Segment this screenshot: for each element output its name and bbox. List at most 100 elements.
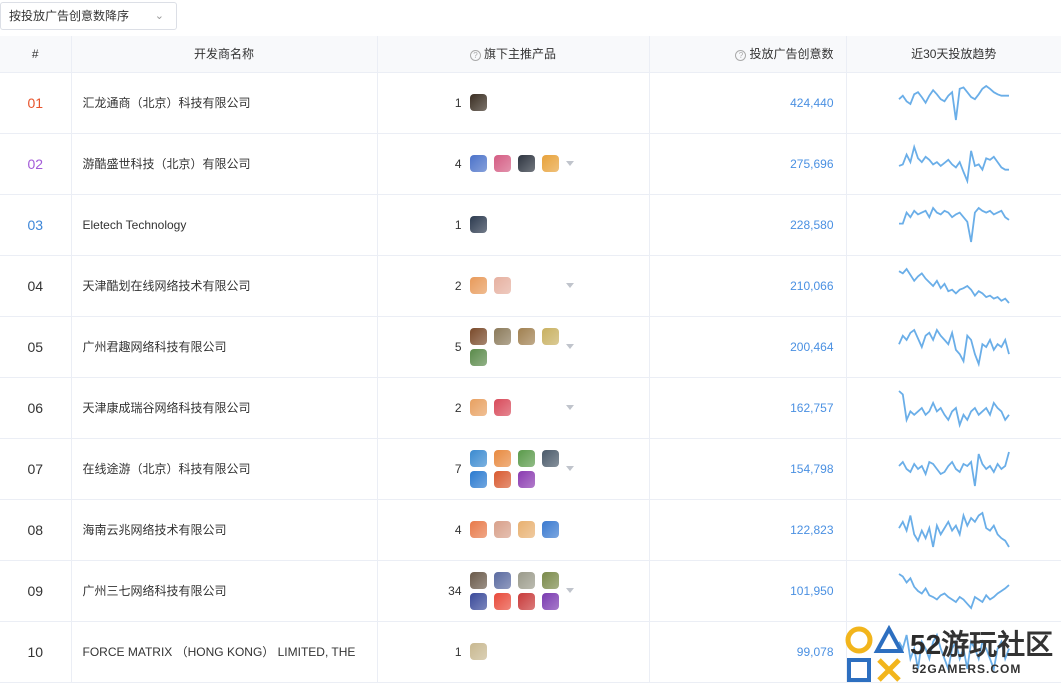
app-icon[interactable] xyxy=(517,521,535,538)
product-icons xyxy=(469,94,560,111)
app-icon[interactable] xyxy=(493,399,511,416)
app-icon[interactable] xyxy=(469,327,487,345)
app-icon[interactable] xyxy=(517,571,535,589)
app-icon[interactable] xyxy=(517,155,535,172)
developer-name[interactable]: 汇龙通商（北京）科技有限公司 xyxy=(71,72,378,134)
developer-name[interactable]: 天津康成瑞谷网络科技有限公司 xyxy=(71,377,378,439)
app-icon[interactable] xyxy=(493,277,511,294)
app-icon[interactable] xyxy=(517,327,535,345)
app-icon[interactable] xyxy=(541,449,559,467)
help-icon[interactable]: ? xyxy=(735,50,747,62)
developer-name[interactable]: 广州三七网络科技有限公司 xyxy=(71,560,378,622)
app-icon[interactable] xyxy=(493,571,511,589)
table-row[interactable]: 06 天津康成瑞谷网络科技有限公司 2 162,757 xyxy=(0,377,1061,439)
app-icon[interactable] xyxy=(541,592,559,610)
expand-caret-icon[interactable] xyxy=(565,283,574,288)
product-icons xyxy=(469,277,560,294)
expand-caret-icon[interactable] xyxy=(565,405,574,410)
developer-name[interactable]: 在线途游（北京）科技有限公司 xyxy=(71,438,378,500)
trend-line xyxy=(898,143,1009,184)
product-icons xyxy=(469,216,560,233)
developer-name[interactable]: 游酷盛世科技（北京）有限公司 xyxy=(71,133,378,195)
product-count: 5 xyxy=(454,339,462,354)
ad-count[interactable]: 101,950 xyxy=(649,560,847,622)
table-row[interactable]: 07 在线途游（北京）科技有限公司 7 154,798 xyxy=(0,438,1061,500)
app-icon[interactable] xyxy=(541,571,559,589)
header-ads[interactable]: ? 投放广告创意数 xyxy=(649,36,847,73)
expand-caret-icon[interactable] xyxy=(565,344,574,349)
table-row[interactable]: 03 Eletech Technology 1 228,580 xyxy=(0,194,1061,256)
app-icon[interactable] xyxy=(469,449,487,467)
app-icon[interactable] xyxy=(469,571,487,589)
ad-count[interactable]: 275,696 xyxy=(649,133,847,195)
help-icon[interactable]: ? xyxy=(469,50,481,62)
ad-count[interactable]: 210,066 xyxy=(649,255,847,317)
products-cell: 7 xyxy=(377,438,650,500)
developer-name[interactable]: Eletech Technology xyxy=(71,194,378,256)
trend-sparkline xyxy=(897,511,1010,547)
product-icons xyxy=(469,449,560,488)
app-icon[interactable] xyxy=(493,155,511,172)
app-icon[interactable] xyxy=(517,470,535,488)
trend-line xyxy=(898,84,1009,120)
developer-name[interactable]: 广州君趣网络科技有限公司 xyxy=(71,316,378,378)
app-icon[interactable] xyxy=(541,521,559,538)
developer-name[interactable]: 海南云兆网络技术有限公司 xyxy=(71,499,378,561)
product-count: 2 xyxy=(454,400,462,415)
ad-count[interactable]: 424,440 xyxy=(649,72,847,134)
ad-count[interactable]: 99,078 xyxy=(649,621,847,683)
app-icon[interactable] xyxy=(469,348,487,366)
ad-count[interactable]: 200,464 xyxy=(649,316,847,378)
app-icon[interactable] xyxy=(469,277,487,294)
ad-count[interactable]: 154,798 xyxy=(649,438,847,500)
product-icons xyxy=(469,327,560,366)
product-icons xyxy=(469,643,560,660)
rank-cell: 10 xyxy=(0,621,72,683)
app-icon[interactable] xyxy=(493,449,511,467)
product-count: 1 xyxy=(454,95,462,110)
app-icon[interactable] xyxy=(541,327,559,345)
table-row[interactable]: 01 汇龙通商（北京）科技有限公司 1 424,440 xyxy=(0,72,1061,134)
developer-name[interactable]: 天津酷划在线网络技术有限公司 xyxy=(71,255,378,317)
watermark-logo-icon xyxy=(845,625,904,682)
app-icon[interactable] xyxy=(493,592,511,610)
app-icon[interactable] xyxy=(469,216,487,233)
expand-caret-icon[interactable] xyxy=(565,466,574,471)
sort-select[interactable]: 按投放广告创意数降序 ⌄ xyxy=(0,2,177,30)
app-icon[interactable] xyxy=(469,155,487,172)
app-icon[interactable] xyxy=(469,592,487,610)
app-icon[interactable] xyxy=(493,327,511,345)
ad-count[interactable]: 122,823 xyxy=(649,499,847,561)
ad-count[interactable]: 162,757 xyxy=(649,377,847,439)
app-icon[interactable] xyxy=(469,521,487,538)
app-icon[interactable] xyxy=(493,470,511,488)
header-products-label: 旗下主推产品 xyxy=(483,47,556,62)
expand-caret-icon[interactable] xyxy=(565,161,574,166)
table-row[interactable]: 08 海南云兆网络技术有限公司 4 122,823 xyxy=(0,499,1061,561)
table-row[interactable]: 09 广州三七网络科技有限公司 34 101,950 xyxy=(0,560,1061,622)
products-cell: 5 xyxy=(377,316,650,378)
table-row[interactable]: 04 天津酷划在线网络技术有限公司 2 210,066 xyxy=(0,255,1061,317)
header-products[interactable]: ? 旗下主推产品 xyxy=(377,36,650,73)
app-icon[interactable] xyxy=(469,399,487,416)
trend-sparkline xyxy=(897,327,1010,367)
product-count: 2 xyxy=(454,278,462,293)
app-icon[interactable] xyxy=(493,521,511,538)
expand-caret-icon[interactable] xyxy=(565,588,574,593)
toolbar: 按投放广告创意数降序 ⌄ xyxy=(0,0,1061,36)
app-icon[interactable] xyxy=(541,155,559,172)
app-icon[interactable] xyxy=(517,449,535,467)
app-icon[interactable] xyxy=(469,94,487,111)
trend-sparkline xyxy=(898,389,1010,428)
ad-count[interactable]: 228,580 xyxy=(649,194,847,256)
app-icon[interactable] xyxy=(469,470,487,488)
products-cell: 2 xyxy=(377,255,650,317)
table-row[interactable]: 02 游酷盛世科技（北京）有限公司 4 275,696 xyxy=(0,133,1061,195)
app-icon[interactable] xyxy=(517,592,535,610)
app-icon[interactable] xyxy=(469,643,487,660)
product-count: 1 xyxy=(454,217,462,232)
developer-table: # 开发商名称 ? 旗下主推产品 ? 投放广告创意数 近30天投放趋势 01 汇龙通商… xyxy=(0,36,1061,683)
developer-name[interactable]: FORCE MATRIX （HONG KONG） LIMITED, THE xyxy=(71,621,378,683)
table-row[interactable]: 05 广州君趣网络科技有限公司 5 200,464 xyxy=(0,316,1061,378)
rank-cell: 02 xyxy=(0,133,72,195)
